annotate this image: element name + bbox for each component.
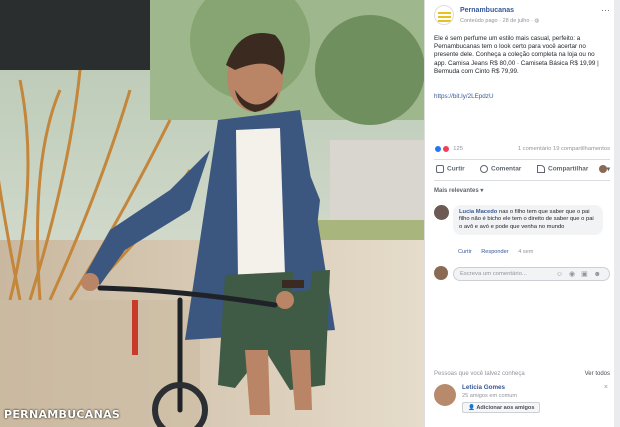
comment-author[interactable]: Lucia Macedo (459, 209, 497, 215)
post-as-selector[interactable]: ▾ (598, 165, 610, 174)
people-you-may-know-header: Pessoas que você talvez conheça Ver todo… (434, 371, 610, 377)
love-reaction-icon[interactable] (441, 145, 450, 153)
mutual-friends[interactable]: 25 amigos em comum (462, 393, 517, 399)
friend-suggestion: Leticia Gomes 25 amigos em comum 👤 Adici… (434, 384, 610, 418)
emoji-camera-gif-sticker-icons[interactable]: ☺ ◉ ▣ ☻ (556, 270, 603, 278)
comment-bubble: Lucia Macedo nas o filho tem que saber q… (453, 205, 603, 236)
chevron-down-icon: ▾ (606, 166, 610, 173)
post-photo[interactable]: PERNAMBUCANAS (0, 0, 424, 427)
comment-share-stats[interactable]: 1 comentário 19 compartilhamentos (518, 146, 610, 152)
comment-label: Comentar (491, 165, 522, 173)
share-label: Compartilhar (548, 165, 589, 173)
empty-space (425, 288, 615, 360)
comment-input-placeholder: Escreva um comentário... (460, 271, 527, 277)
reactions-bar: 125 1 comentário 19 compartilhamentos (434, 145, 610, 155)
like-button[interactable]: Curtir (436, 165, 465, 173)
divider (434, 180, 610, 181)
add-friend-icon: 👤 (468, 405, 475, 411)
post-meta-text: Conteúdo pago · 28 de julho · (460, 18, 535, 24)
page-avatar[interactable] (434, 5, 454, 25)
like-reaction-icon[interactable] (434, 145, 442, 153)
post-meta: Conteúdo pago · 28 de julho · ◍ (460, 18, 539, 24)
comment-reply-link[interactable]: Responder (481, 249, 508, 255)
add-friend-button[interactable]: 👤 Adicionar aos amigos (462, 402, 541, 413)
comment-time[interactable]: 4 sem (518, 249, 533, 255)
comment-composer: Escreva um comentário... ☺ ◉ ▣ ☻ (434, 266, 610, 282)
close-icon[interactable]: × (604, 384, 608, 391)
see-all-link[interactable]: Ver todos (585, 371, 610, 377)
photo-illustration (0, 0, 424, 427)
comment-like-link[interactable]: Curtir (458, 249, 472, 255)
brand-watermark: PERNAMBUCANAS (4, 408, 121, 421)
post-link[interactable]: https://bit.ly/2LEpdzU (434, 93, 494, 100)
comment-icon (480, 165, 488, 173)
scrollbar-gutter[interactable] (614, 0, 620, 427)
current-user-avatar (434, 266, 448, 280)
more-options-icon[interactable]: ··· (601, 5, 610, 15)
comment-links: Curtir Responder 4 sem (458, 249, 541, 255)
share-icon (537, 165, 545, 173)
comment-button[interactable]: Comentar (480, 165, 521, 173)
user-avatar-mini (598, 165, 607, 174)
globe-icon: ◍ (534, 18, 540, 24)
suggestion-avatar[interactable] (434, 384, 456, 406)
post-text: Ele é sem perfume um estilo mais casual,… (434, 35, 599, 75)
comment-sort-dropdown[interactable]: Mais relevantes ▾ (434, 187, 483, 194)
thumbs-up-icon (436, 165, 444, 173)
commenter-avatar[interactable] (434, 205, 449, 220)
reaction-count[interactable]: 125 (453, 146, 463, 152)
pymk-title: Pessoas que você talvez conheça (434, 371, 525, 377)
divider (434, 159, 610, 160)
post-details-panel: Pernambucanas Conteúdo pago · 28 de julh… (424, 0, 615, 427)
suggestion-name[interactable]: Leticia Gomes (462, 384, 505, 391)
like-label: Curtir (447, 165, 465, 173)
post-actions: Curtir Comentar Compartilhar ▾ (434, 163, 610, 177)
post-header: Pernambucanas Conteúdo pago · 28 de julh… (434, 5, 610, 27)
page-name[interactable]: Pernambucanas (460, 7, 514, 14)
share-button[interactable]: Compartilhar (537, 165, 588, 173)
add-friend-label: Adicionar aos amigos (476, 405, 535, 411)
comment-input[interactable]: Escreva um comentário... ☺ ◉ ▣ ☻ (453, 267, 610, 281)
